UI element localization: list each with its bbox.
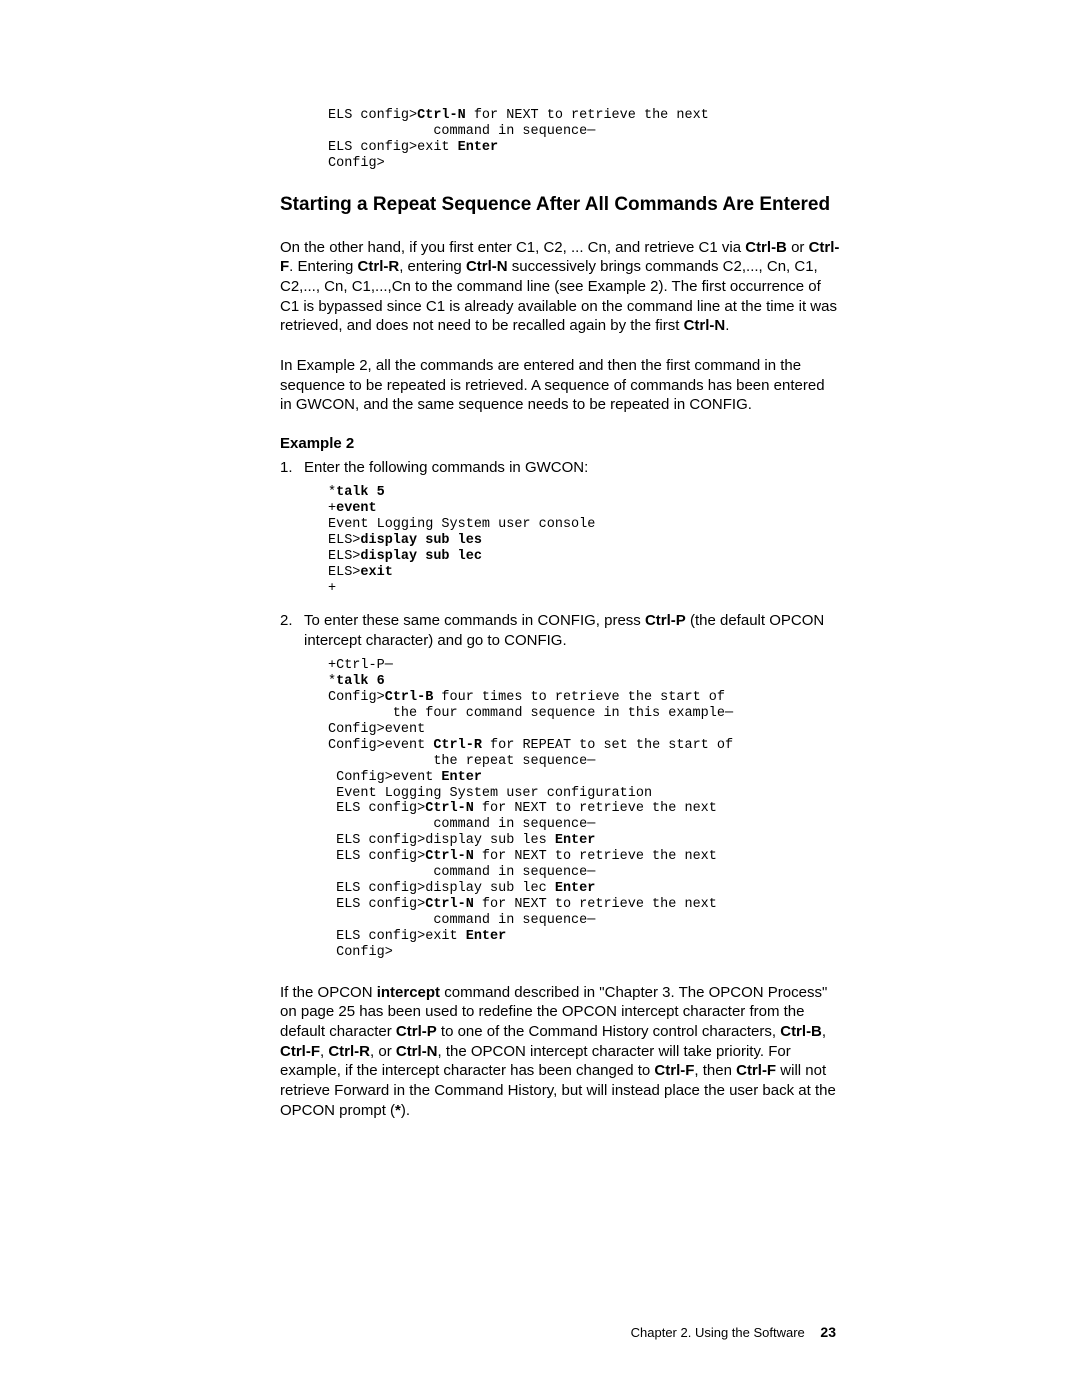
page-footer: Chapter 2. Using the Software 23 <box>631 1324 836 1340</box>
paragraph: In Example 2, all the commands are enter… <box>280 356 840 415</box>
paragraph: On the other hand, if you first enter C1… <box>280 238 840 336</box>
code-text: ELS config> <box>328 108 417 123</box>
code-text: for NEXT to retrieve the next <box>466 108 709 123</box>
code-block-config: +Ctrl-P─ *talk 6 Config>Ctrl-B four time… <box>328 658 840 961</box>
code-block-gwcon: *talk 5 +event Event Logging System user… <box>328 485 840 596</box>
list-item: 2. To enter these same commands in CONFI… <box>280 611 840 650</box>
list-body: Enter the following commands in GWCON: <box>304 458 840 478</box>
code-keystroke: Ctrl-N <box>417 108 466 123</box>
section-heading: Starting a Repeat Sequence After All Com… <box>280 194 840 216</box>
example-heading: Example 2 <box>280 435 840 452</box>
list-body: To enter these same commands in CONFIG, … <box>304 611 840 650</box>
footer-chapter: Chapter 2. Using the Software <box>631 1325 805 1340</box>
list-item: 1. Enter the following commands in GWCON… <box>280 458 840 478</box>
code-text: ELS config>exit <box>328 140 458 155</box>
page-body: ELS config>Ctrl-N for NEXT to retrieve t… <box>280 108 840 1140</box>
paragraph: If the OPCON intercept command described… <box>280 983 840 1120</box>
code-keystroke: Enter <box>458 140 499 155</box>
code-text: command in sequence─ <box>328 124 595 139</box>
code-text: Config> <box>328 156 385 171</box>
list-number: 2. <box>280 611 304 650</box>
footer-page-number: 23 <box>820 1324 836 1340</box>
list-number: 1. <box>280 458 304 478</box>
code-block-top: ELS config>Ctrl-N for NEXT to retrieve t… <box>328 108 840 172</box>
